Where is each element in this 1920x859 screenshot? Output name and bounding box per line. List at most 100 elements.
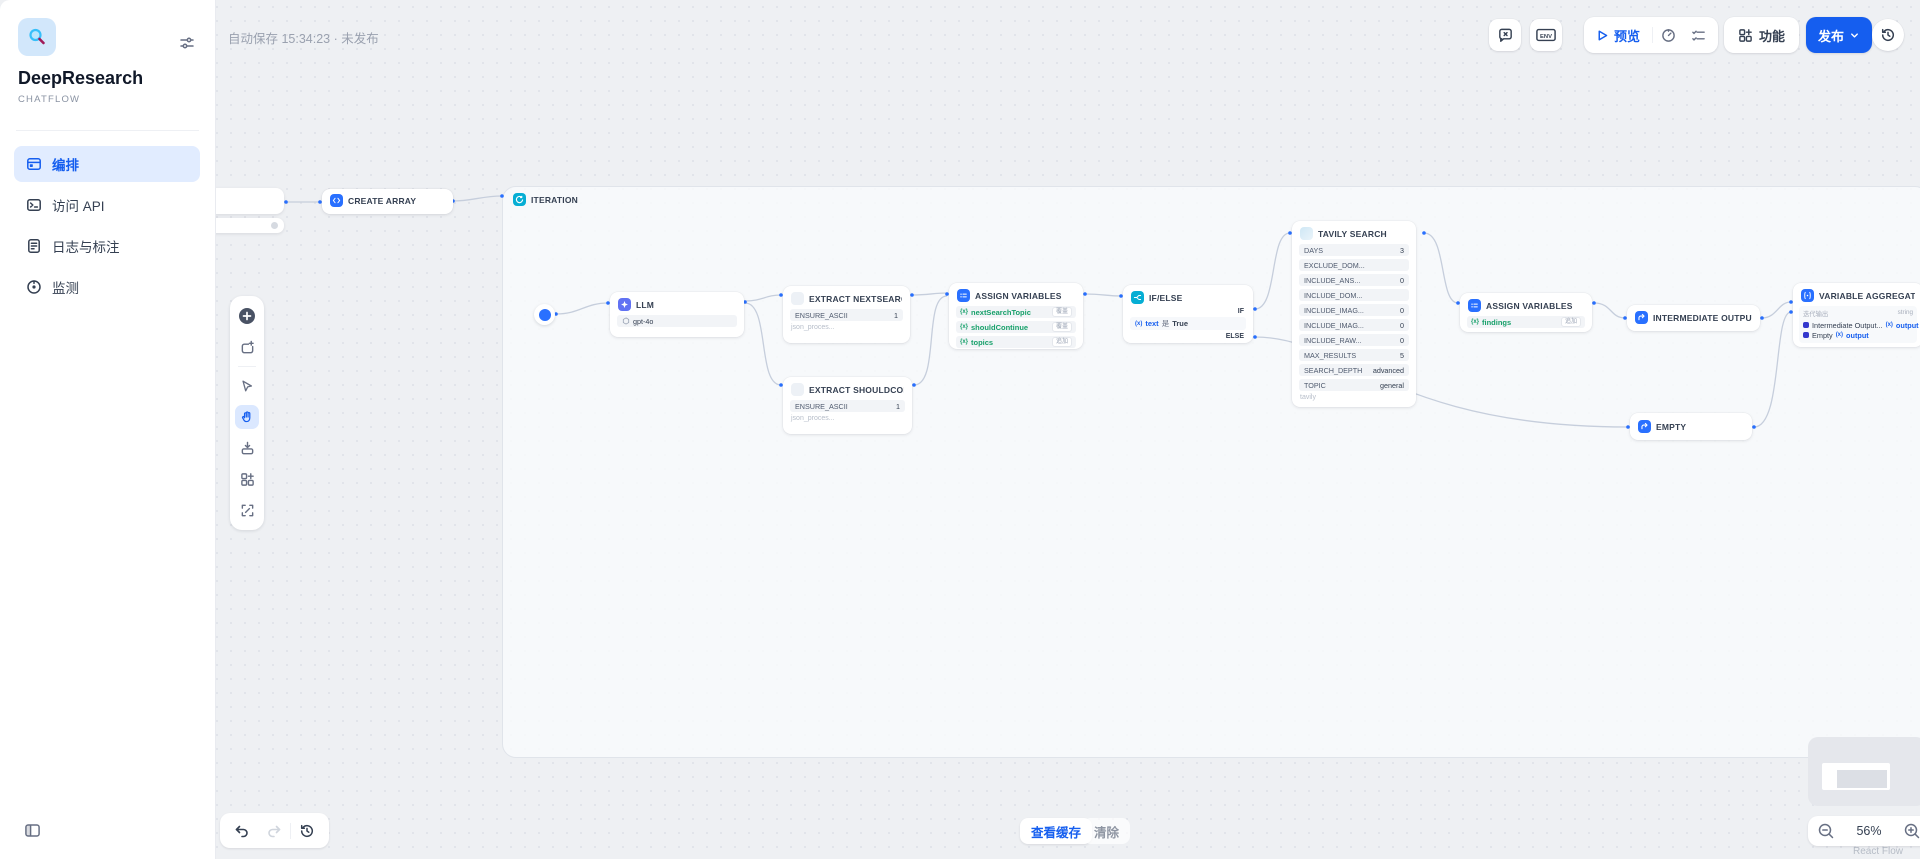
sidebar-item-logs[interactable]: 日志与标注 [14, 228, 200, 264]
pointer-mode-button[interactable] [235, 374, 259, 398]
llm-node[interactable]: LLM gpt-4o [610, 292, 744, 337]
minimap[interactable] [1808, 737, 1920, 806]
features-button[interactable]: 功能 [1724, 17, 1800, 53]
node-title: IF/ELSE [1149, 292, 1183, 303]
clear-button[interactable]: 清除 [1083, 818, 1131, 844]
monitoring-icon [26, 279, 42, 295]
variable-icon: {x} [1471, 319, 1480, 325]
fit-view-button[interactable] [235, 498, 259, 522]
iteration-node[interactable]: ITERATION [502, 186, 1920, 758]
divider [238, 366, 256, 367]
if-branch-label: IF [1237, 308, 1244, 315]
sidebar-item-label: 日志与标注 [52, 240, 120, 255]
env-variables-button[interactable]: ENV [1530, 19, 1562, 51]
tool-provider: json_proces... [791, 324, 835, 331]
model-name: gpt-4o [633, 316, 654, 326]
add-note-button[interactable] [235, 335, 259, 359]
assign-row: {x} shouldContinue 覆盖 [956, 321, 1076, 333]
extract-shouldcontinue-node[interactable]: EXTRACT SHOULDCONTINU ENSURE_ASCII1 json… [783, 377, 912, 434]
iteration-start-icon [538, 308, 551, 321]
openai-icon [622, 317, 630, 325]
run-history-button[interactable] [1653, 17, 1683, 53]
node-title: TAVILY SEARCH [1318, 228, 1387, 239]
redo-button[interactable] [258, 813, 290, 848]
checklist-icon [1691, 30, 1705, 41]
version-history-button[interactable] [1872, 19, 1904, 51]
tavily-search-node[interactable]: TAVILY SEARCH DAYS 3 EXCLUDE_DOM... INCLU… [1292, 221, 1416, 407]
intermediate-output-node[interactable]: INTERMEDIATE OUTPUT FC [1627, 305, 1760, 331]
param-row: MAX_RESULTS 5 [1299, 349, 1409, 361]
zoom-out-icon [1818, 823, 1834, 839]
assign-row: {x} nextSearchTopic 覆盖 [956, 306, 1076, 318]
sidebar-item-api[interactable]: 访问 API [14, 187, 200, 223]
view-cache-button[interactable]: 查看缓存 [1020, 818, 1093, 844]
tavily-icon [1300, 227, 1313, 240]
app-logo [18, 18, 56, 56]
param-row: DAYS 3 [1299, 244, 1409, 256]
sidebar-nav: 编排 访问 API 日志与标注 监测 [14, 146, 200, 305]
app-settings-icon[interactable] [178, 34, 196, 52]
llm-icon [618, 298, 631, 311]
node-title: EXTRACT NEXTSEARCHTOP [809, 293, 902, 304]
chat-bubble-x-icon [1498, 28, 1512, 42]
organize-nodes-button[interactable] [235, 436, 259, 460]
collapse-dot-icon [271, 222, 278, 229]
chat-variables-button[interactable] [1489, 19, 1521, 51]
add-block-button[interactable] [235, 467, 259, 491]
sidebar-item-label: 编排 [52, 158, 79, 173]
variable-aggregator-node[interactable]: VARIABLE AGGREGATOR 迭代输出 string Intermed… [1793, 283, 1920, 347]
publish-button[interactable]: 发布 [1806, 17, 1873, 53]
assign-variables-node[interactable]: ASSIGN VARIABLES {x} nextSearchTopic 覆盖 … [949, 283, 1083, 349]
iteration-start-node[interactable] [534, 304, 555, 325]
node-title: ASSIGN VARIABLES [1486, 300, 1573, 311]
param-row: INCLUDE_RAW... 0 [1299, 334, 1409, 346]
sidebar-item-monitoring[interactable]: 监测 [14, 269, 200, 305]
canvas-toolbar [230, 296, 264, 530]
orchestrate-icon [26, 156, 42, 172]
node-title: EMPTY [1656, 421, 1687, 432]
empty-node[interactable]: EMPTY [1630, 413, 1752, 440]
answer-mini-icon [1803, 322, 1809, 328]
undo-redo-bar [220, 813, 329, 848]
import-box-icon [241, 441, 253, 454]
collapse-sidebar-icon[interactable] [24, 822, 41, 839]
chevron-down-icon [1851, 32, 1858, 38]
hand-mode-button[interactable] [235, 405, 259, 429]
assign-row: {x} findings 追加 [1467, 316, 1585, 328]
node-title: VARIABLE AGGREGATOR [1819, 290, 1915, 301]
code-icon [330, 194, 343, 207]
undo-button[interactable] [226, 813, 258, 848]
aggregator-row: Empty (x) output [1803, 330, 1913, 340]
operation-badge: 追加 [1051, 337, 1072, 347]
undo-icon [235, 825, 248, 837]
condition-row: (x) text 是 True [1130, 317, 1246, 330]
extract-nextsearchtopic-node[interactable]: EXTRACT NEXTSEARCHTOP ENSURE_ASCII1 json… [783, 286, 910, 343]
zoom-level[interactable]: 56% [1856, 824, 1881, 838]
aggregator-group: 迭代输出 string Intermediate Output... (x) o… [1799, 306, 1919, 343]
param-row: TOPIC general [1299, 379, 1409, 391]
change-history-button[interactable] [291, 813, 323, 848]
history-icon [1881, 28, 1895, 41]
assign-row: {x} topics 追加 [956, 336, 1076, 348]
if-else-icon [1131, 291, 1144, 304]
variable-icon: {x} [960, 309, 969, 315]
node-title: CREATE ARRAY [348, 195, 417, 206]
tool-icon [791, 292, 804, 305]
checklist-button[interactable] [1683, 17, 1713, 53]
minimap-viewport[interactable] [1822, 763, 1890, 790]
if-else-node[interactable]: IF/ELSE IF (x) text 是 True ELSE [1123, 285, 1253, 343]
node-title: ASSIGN VARIABLES [975, 290, 1062, 301]
assign-variables-node[interactable]: ASSIGN VARIABLES {x} findings 追加 [1460, 293, 1592, 332]
param-row: INCLUDE_ANS... 0 [1299, 274, 1409, 286]
else-branch-label: ELSE [1225, 333, 1244, 340]
add-node-button[interactable] [235, 304, 259, 328]
create-array-node[interactable]: CREATE ARRAY [322, 189, 453, 214]
sidebar-item-orchestrate[interactable]: 编排 [14, 146, 200, 182]
variable-icon: {x} [960, 339, 969, 345]
tool-icon [791, 383, 804, 396]
assigner-icon [957, 289, 970, 302]
preview-button[interactable]: 预览 [1584, 26, 1652, 45]
zoom-out-button[interactable] [1817, 822, 1835, 840]
zoom-in-button[interactable] [1903, 822, 1920, 840]
preview-group: 预览 [1584, 17, 1718, 53]
